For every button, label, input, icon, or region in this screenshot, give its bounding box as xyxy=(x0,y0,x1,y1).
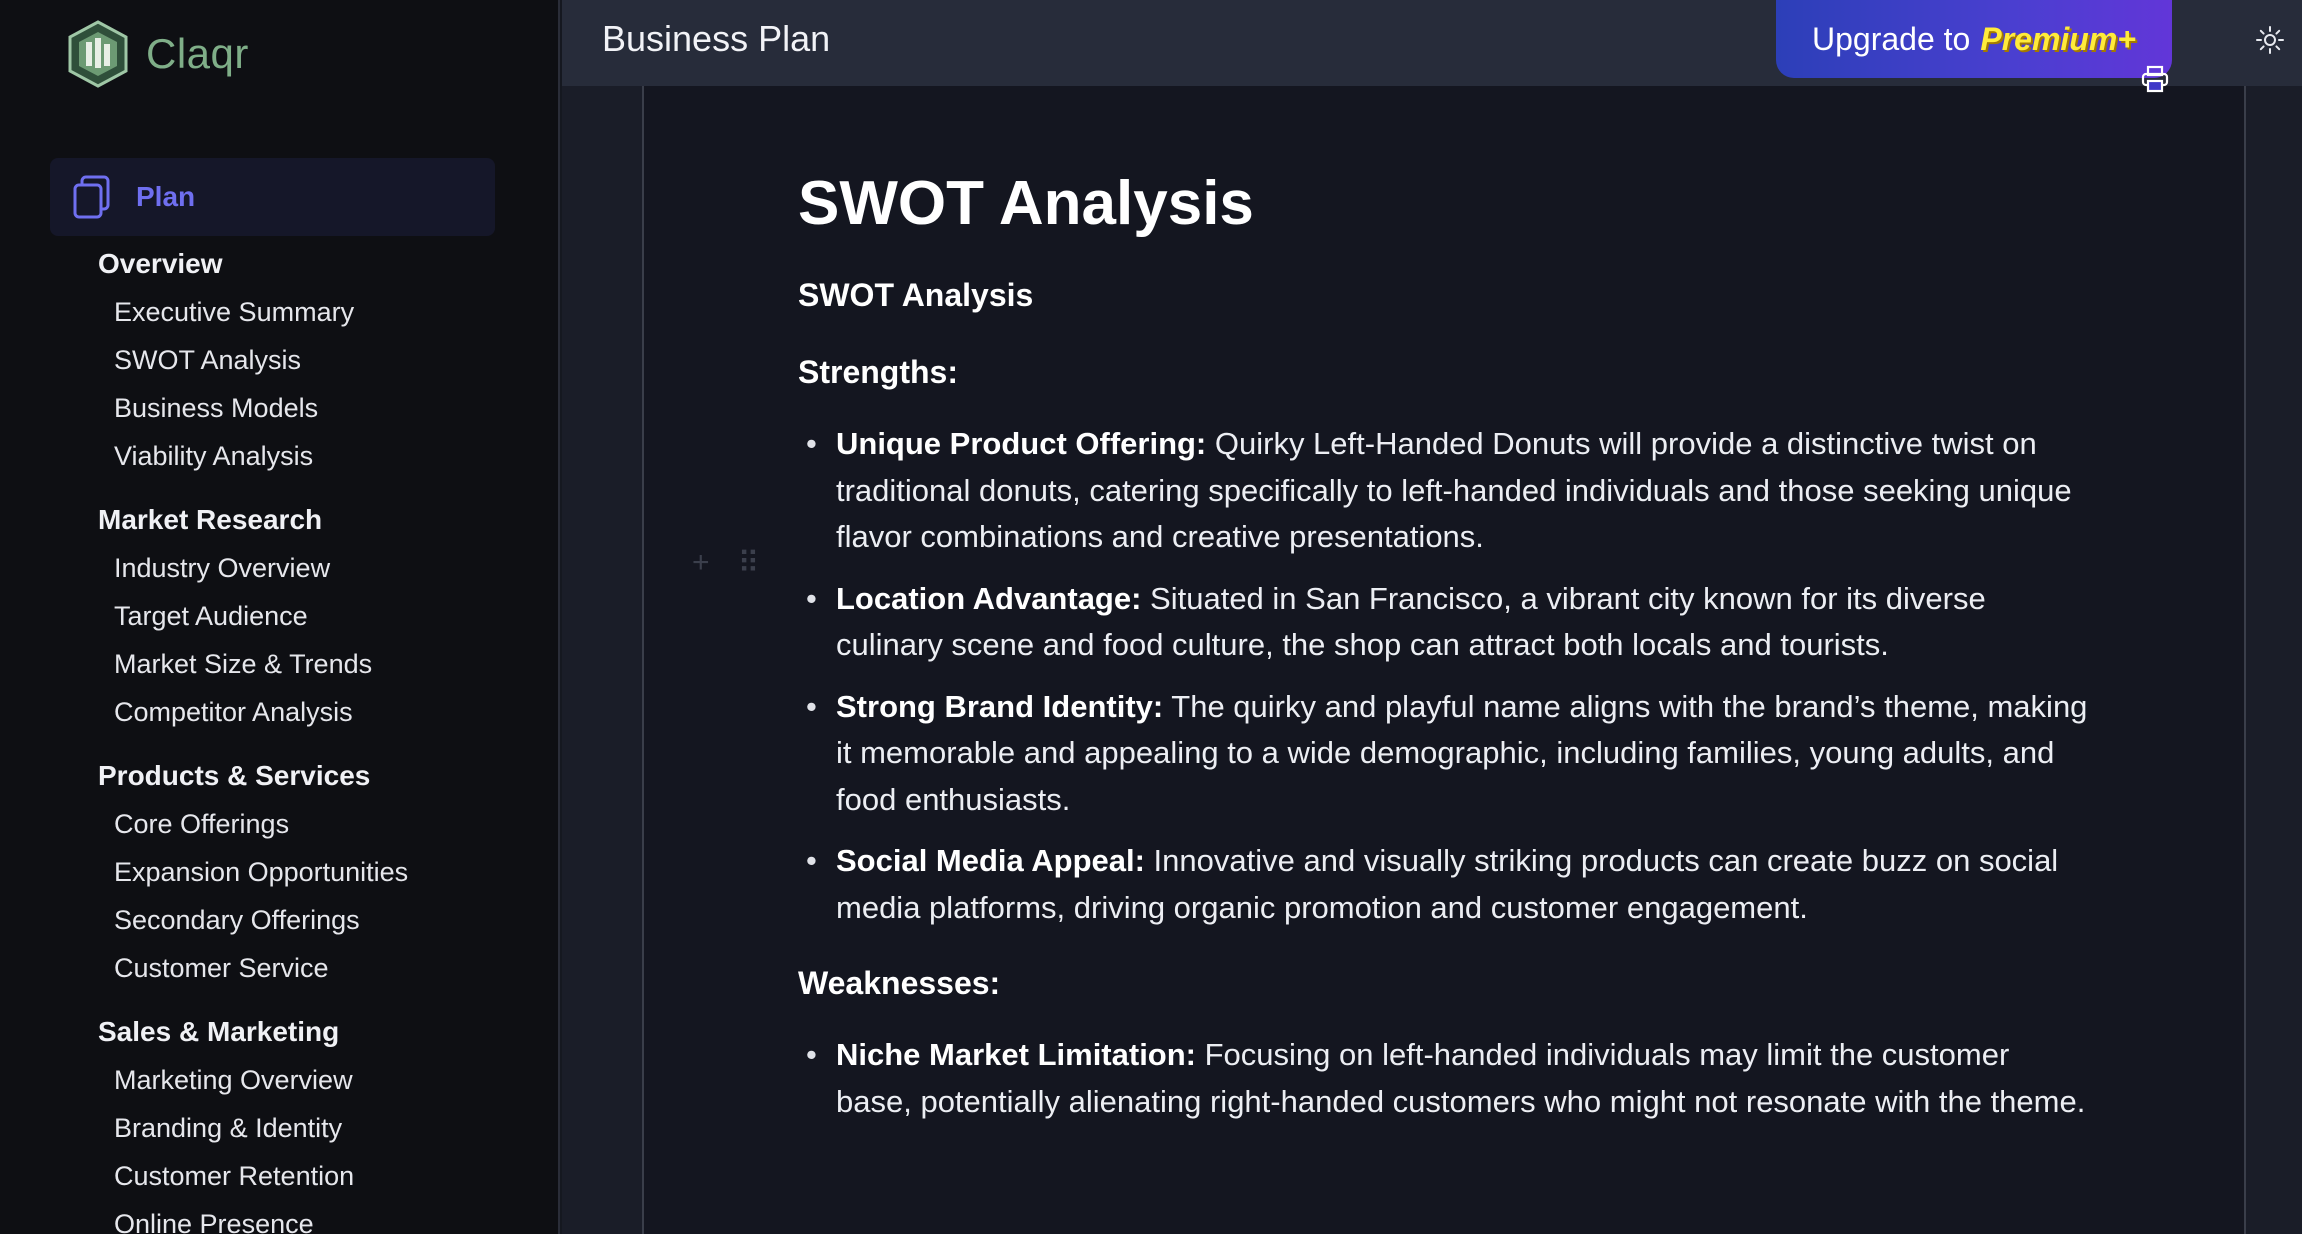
nav-item-swot-analysis[interactable]: SWOT Analysis xyxy=(98,336,538,384)
sidebar: Claqr Plan Overview Executive Summary SW… xyxy=(0,0,560,1234)
nav-item-customer-service[interactable]: Customer Service xyxy=(98,944,538,992)
upgrade-label: Upgrade to xyxy=(1812,20,1971,57)
strengths-heading: Strengths: xyxy=(798,354,958,390)
print-icon[interactable] xyxy=(2140,64,2170,94)
sidebar-item-label: Plan xyxy=(136,181,196,212)
section-title[interactable]: Products & Services xyxy=(98,752,538,800)
app-logo[interactable]: Claqr xyxy=(64,20,249,88)
nav-item-market-size-trends[interactable]: Market Size & Trends xyxy=(98,640,538,688)
document-heading: SWOT Analysis xyxy=(798,169,1254,238)
nav-item-target-audience[interactable]: Target Audience xyxy=(98,592,538,640)
strengths-list: Unique Product Offering: Quirky Left-Han… xyxy=(798,421,2088,931)
section-products-services: Products & Services Core Offerings Expan… xyxy=(98,752,538,992)
list-item-term: Social Media Appeal: xyxy=(836,843,1145,878)
add-block-icon[interactable]: + xyxy=(692,546,710,581)
nav-item-viability-analysis[interactable]: Viability Analysis xyxy=(98,432,538,480)
main-panel: + ⠿ SWOT Analysis SWOT Analysis Strength… xyxy=(562,0,2302,1234)
document-content[interactable]: SWOT Analysis SWOT Analysis Strengths: U… xyxy=(798,168,2088,1159)
nav-item-industry-overview[interactable]: Industry Overview xyxy=(98,544,538,592)
theme-toggle-icon[interactable] xyxy=(2254,24,2286,56)
nav-item-business-models[interactable]: Business Models xyxy=(98,384,538,432)
list-item: Social Media Appeal: Innovative and visu… xyxy=(798,838,2088,931)
list-item: Niche Market Limitation: Focusing on lef… xyxy=(798,1032,2088,1125)
nav-item-core-offerings[interactable]: Core Offerings xyxy=(98,800,538,848)
document-page: + ⠿ SWOT Analysis SWOT Analysis Strength… xyxy=(642,86,2246,1234)
list-item-term: Strong Brand Identity: xyxy=(836,688,1164,724)
top-bar: Business Plan Upgrade to Premium+ xyxy=(562,0,2302,93)
list-item-term: Location Advantage: xyxy=(836,580,1142,616)
nav-item-customer-retention[interactable]: Customer Retention xyxy=(98,1152,538,1200)
list-item-term: Niche Market Limitation: xyxy=(836,1037,1196,1072)
section-title[interactable]: Sales & Marketing xyxy=(98,1008,538,1056)
section-market-research: Market Research Industry Overview Target… xyxy=(98,496,538,736)
sidebar-item-plan[interactable]: Plan xyxy=(50,158,495,236)
nav-item-expansion-opportunities[interactable]: Expansion Opportunities xyxy=(98,848,538,896)
nav-item-competitor-analysis[interactable]: Competitor Analysis xyxy=(98,688,538,736)
drag-handle-icon[interactable]: ⠿ xyxy=(738,546,760,581)
list-item: Location Advantage: Situated in San Fran… xyxy=(798,576,2088,669)
nav-item-branding-identity[interactable]: Branding & Identity xyxy=(98,1104,538,1152)
page-title: Business Plan xyxy=(602,18,831,59)
section-title[interactable]: Overview xyxy=(98,240,538,288)
document-subheading: SWOT Analysis xyxy=(798,277,1034,313)
nav-item-online-presence[interactable]: Online Presence xyxy=(98,1200,538,1234)
logo-icon xyxy=(68,20,128,88)
upgrade-button[interactable]: Upgrade to Premium+ xyxy=(1776,0,2172,78)
list-item-term: Unique Product Offering: xyxy=(836,426,1207,461)
nav-item-executive-summary[interactable]: Executive Summary xyxy=(98,288,538,336)
section-title[interactable]: Market Research xyxy=(98,496,538,544)
app-name: Claqr xyxy=(146,30,249,77)
nav-item-secondary-offerings[interactable]: Secondary Offerings xyxy=(98,896,538,944)
section-sales-marketing: Sales & Marketing Marketing Overview Bra… xyxy=(98,1008,538,1234)
weaknesses-list: Niche Market Limitation: Focusing on lef… xyxy=(798,1032,2088,1125)
section-overview: Overview Executive Summary SWOT Analysis… xyxy=(98,240,538,480)
plan-outline: Overview Executive Summary SWOT Analysis… xyxy=(98,240,538,1234)
documents-icon xyxy=(73,175,110,219)
weaknesses-heading: Weaknesses: xyxy=(798,965,1001,1001)
nav-item-marketing-overview[interactable]: Marketing Overview xyxy=(98,1056,538,1104)
block-handles: + ⠿ xyxy=(692,546,760,581)
premium-label: Premium+ xyxy=(1980,20,2136,57)
list-item: Unique Product Offering: Quirky Left-Han… xyxy=(798,421,2088,561)
list-item: Strong Brand Identity: The quirky and pl… xyxy=(798,684,2088,824)
